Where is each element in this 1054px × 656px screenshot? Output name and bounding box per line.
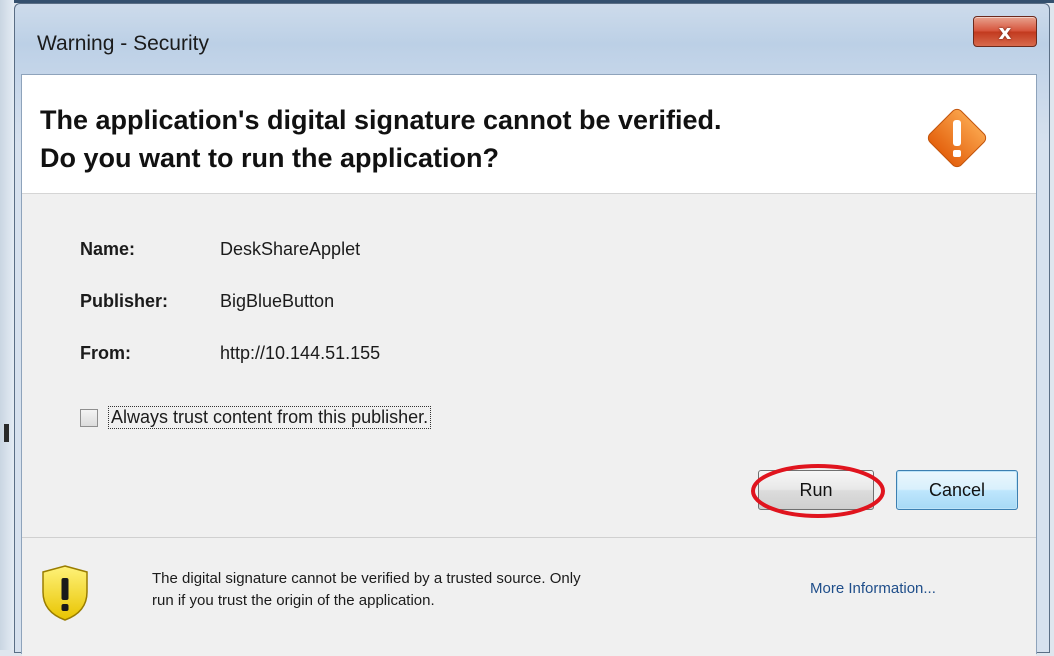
dialog-client-area: The application's digital signature cann… [21,74,1037,656]
run-button[interactable]: Run [758,470,874,510]
shield-warning-icon [42,565,88,621]
close-icon: x [998,19,1012,44]
title-bar[interactable]: Warning - Security x [15,4,1049,82]
always-trust-label[interactable]: Always trust content from this publisher… [108,406,432,429]
from-value: http://10.144.51.155 [220,343,381,363]
name-label: Name: [80,239,136,259]
warning-heading: The application's digital signature cann… [40,101,722,177]
desktop-edge-mark [4,424,9,442]
publisher-label: Publisher: [80,291,169,311]
more-information-link[interactable]: More Information... [810,580,936,597]
always-trust-checkbox[interactable] [80,408,98,427]
always-trust-option[interactable]: Always trust content from this publisher… [80,406,432,429]
security-warning-dialog: Warning - Security x The application's d… [14,3,1050,656]
warning-heading-line2: Do you want to run the application? [40,143,499,173]
footer-message: The digital signature cannot be verified… [152,568,581,612]
details-section: Name: DeskShareApplet Publisher: BigBlue… [22,193,1036,523]
footer-message-line2: run if you trust the origin of the appli… [152,592,435,609]
desktop-left-edge [0,0,14,650]
footer-message-line1: The digital signature cannot be verified… [152,570,581,587]
publisher-value: BigBlueButton [220,291,335,311]
name-value: DeskShareApplet [220,239,361,259]
warning-diamond-icon [927,108,987,168]
cancel-button[interactable]: Cancel [896,470,1018,510]
header-panel: The application's digital signature cann… [22,75,1036,194]
warning-heading-line1: The application's digital signature cann… [40,105,722,135]
close-button[interactable]: x [973,16,1037,47]
window-title: Warning - Security [37,32,209,55]
footer-panel: The digital signature cannot be verified… [22,537,1036,656]
from-label: From: [80,343,131,363]
